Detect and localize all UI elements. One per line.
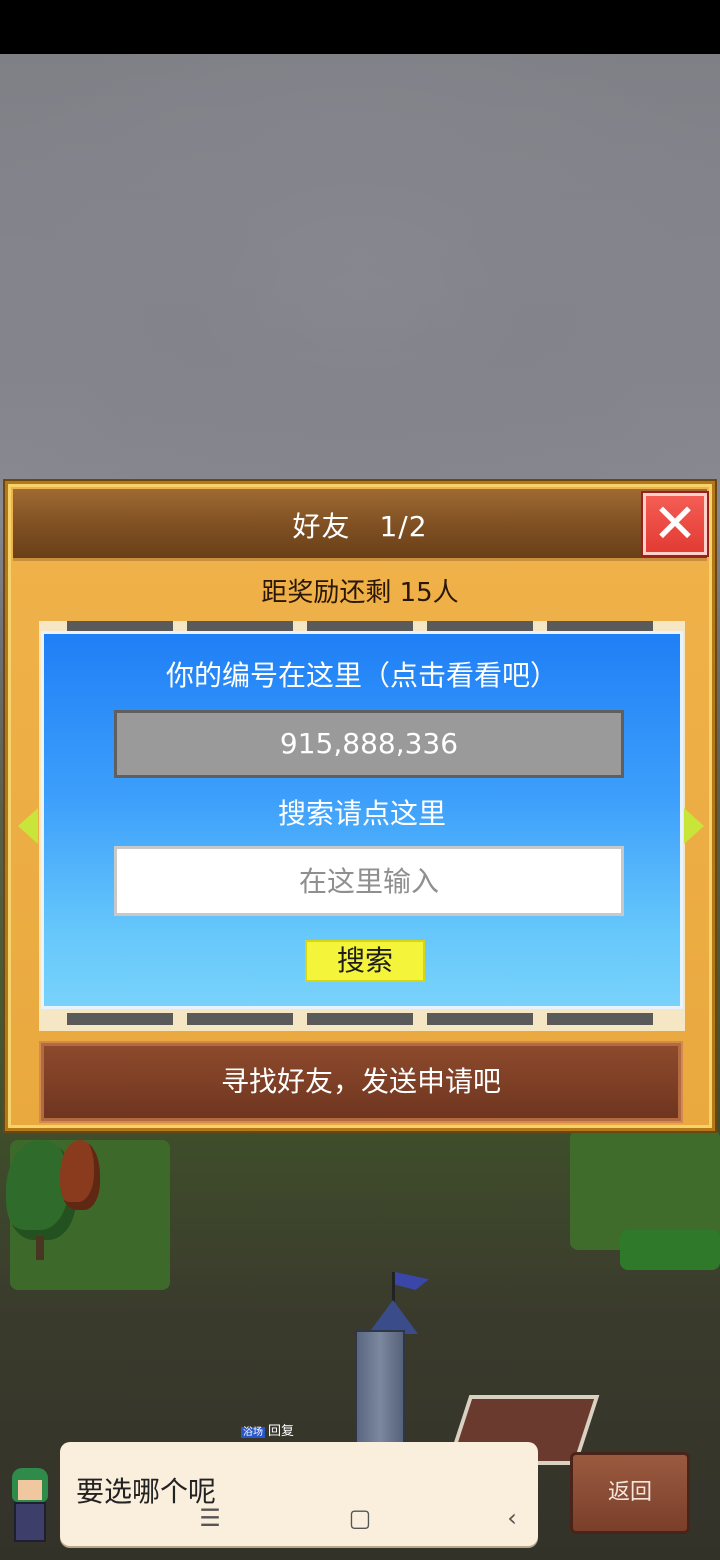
character-body bbox=[14, 1502, 46, 1542]
tower-roof bbox=[368, 1300, 418, 1334]
frame-slot bbox=[427, 1013, 533, 1025]
player-id-box[interactable]: 915,888,336 bbox=[114, 710, 624, 778]
back-button[interactable]: 返回 bbox=[570, 1452, 690, 1534]
prev-page-arrow-icon[interactable] bbox=[18, 808, 38, 844]
frame-slot bbox=[547, 1013, 653, 1025]
dialog-title: 好友 1/2 bbox=[292, 510, 428, 543]
reward-remaining-text: 距奖励还剩 15人 bbox=[261, 578, 459, 608]
back-nav-icon[interactable]: ‹ bbox=[492, 1500, 532, 1536]
character-face bbox=[18, 1480, 42, 1500]
id-label: 你的编号在这里（点击看看吧） bbox=[165, 659, 558, 692]
dialog-header: 好友 1/2 bbox=[13, 489, 707, 561]
menu-icon[interactable]: ☰ bbox=[190, 1500, 230, 1536]
close-button[interactable]: ✕ bbox=[641, 491, 709, 557]
status-bar bbox=[0, 0, 720, 54]
facility-tag-label: 回复 bbox=[268, 1424, 295, 1439]
search-label: 搜索请点这里 bbox=[277, 797, 446, 830]
find-friends-button[interactable]: 寻找好友，发送申请吧 bbox=[39, 1041, 683, 1123]
search-input[interactable] bbox=[114, 846, 624, 916]
system-nav-bar: ☰ ▢ ‹ bbox=[150, 1500, 550, 1536]
friends-dialog: 好友 1/2 ✕ 距奖励还剩 15人 你的编号在这里（点击看看吧） 915,88… bbox=[8, 484, 712, 1128]
friend-id-card: 你的编号在这里（点击看看吧） 915,888,336 搜索请点这里 搜索 bbox=[41, 631, 683, 1009]
next-page-arrow-icon[interactable] bbox=[684, 808, 704, 844]
frame-slot bbox=[307, 1013, 413, 1025]
frame-slot bbox=[187, 1013, 293, 1025]
facility-tag: 浴场 回复 bbox=[237, 1422, 298, 1442]
home-icon[interactable]: ▢ bbox=[340, 1500, 380, 1536]
facility-tag-icon: 浴场 bbox=[241, 1427, 265, 1438]
tree bbox=[60, 1140, 100, 1210]
character-avatar bbox=[4, 1468, 56, 1548]
frame-slot bbox=[67, 1013, 173, 1025]
grass-patch bbox=[620, 1230, 720, 1270]
close-icon: ✕ bbox=[652, 492, 698, 555]
search-button[interactable]: 搜索 bbox=[305, 940, 425, 982]
tree-trunk bbox=[36, 1236, 44, 1260]
